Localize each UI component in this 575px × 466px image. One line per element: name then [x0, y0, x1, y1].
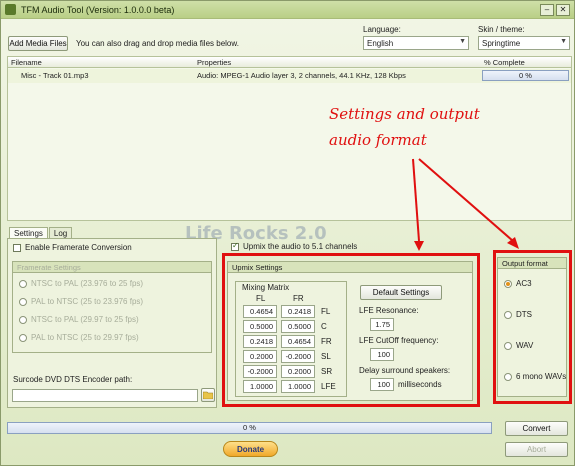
surcode-path-input[interactable] [12, 389, 198, 402]
framerate-group: Framerate Settings NTSC to PAL (23.976 t… [12, 261, 212, 353]
framerate-option-1: NTSC to PAL (23.976 to 25 fps) [31, 279, 144, 288]
framerate-radio-2[interactable] [19, 298, 27, 306]
framerate-checkbox[interactable] [13, 244, 21, 252]
browse-folder-button[interactable] [201, 388, 215, 402]
framerate-radio-1[interactable] [19, 280, 27, 288]
framerate-option-3: NTSC to PAL (29.97 to 25 fps) [31, 315, 139, 324]
folder-icon [203, 391, 213, 399]
framerate-option-4: PAL to NTSC (25 to 29.97 fps) [31, 333, 139, 342]
donate-button[interactable]: Donate [223, 441, 278, 457]
framerate-radio-3[interactable] [19, 316, 27, 324]
upmix-checkbox[interactable] [231, 241, 239, 251]
framerate-group-title: Framerate Settings [13, 262, 211, 273]
convert-button[interactable]: Convert [505, 421, 568, 436]
annotation-box-settings [222, 253, 480, 407]
framerate-radio-4[interactable] [19, 334, 27, 342]
framerate-checkbox-label: Enable Framerate Conversion [25, 243, 132, 252]
framerate-option-2: PAL to NTSC (25 to 23.976 fps) [31, 297, 144, 306]
abort-button[interactable]: Abort [505, 442, 568, 457]
upmix-checkbox-label: Upmix the audio to 5.1 channels [243, 242, 358, 251]
surcode-label: Surcode DVD DTS Encoder path: [13, 375, 133, 384]
settings-panel: Enable Framerate Conversion Framerate Se… [7, 238, 217, 408]
app-window: TFM Audio Tool (Version: 1.0.0.0 beta) –… [0, 0, 575, 466]
annotation-box-output [493, 250, 572, 404]
overall-progress-bar: 0 % [7, 422, 492, 434]
